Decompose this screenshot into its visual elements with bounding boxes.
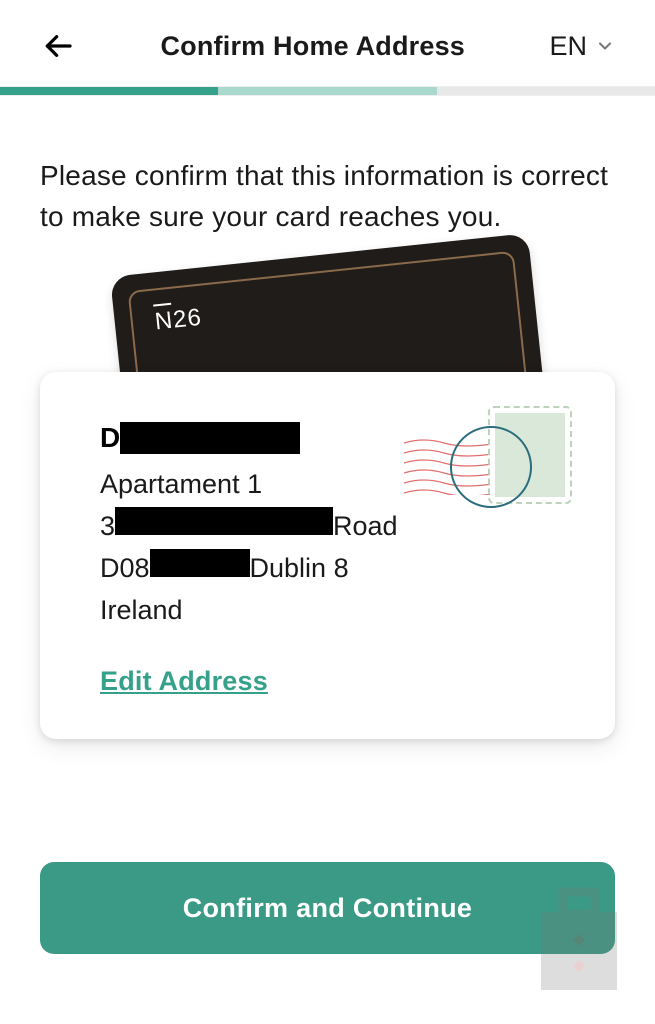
address-card: D Apartament 1 3 Road D08 Dublin 8 Irela…	[40, 372, 615, 738]
postage-stamp-illustration	[410, 402, 570, 512]
header: Confirm Home Address EN	[0, 0, 655, 86]
address-line-country: Ireland	[100, 590, 555, 632]
redacted-street	[115, 507, 333, 535]
chevron-down-icon	[595, 36, 615, 56]
address-line-city: D08 Dublin 8	[100, 548, 555, 590]
language-selector[interactable]: EN	[549, 31, 615, 62]
street-suffix: Road	[333, 506, 398, 548]
progress-segment-1	[0, 87, 218, 95]
bank-card-logo: N26	[154, 304, 204, 337]
progress-bar	[0, 86, 655, 96]
back-button[interactable]	[40, 28, 76, 64]
city-suffix: Dublin 8	[250, 548, 349, 590]
language-label: EN	[549, 31, 587, 62]
address-line-street: 3 Road	[100, 506, 555, 548]
arrow-left-icon	[42, 30, 74, 62]
progress-segment-2	[218, 87, 436, 95]
card-area: N26 D Apartament 1 3 Road D08	[40, 277, 615, 757]
redacted-postal	[150, 549, 250, 577]
progress-segment-3	[437, 87, 655, 95]
edit-address-link[interactable]: Edit Address	[100, 666, 268, 697]
postal-prefix: D08	[100, 548, 150, 590]
page-title: Confirm Home Address	[160, 31, 465, 62]
instruction-text: Please confirm that this information is …	[0, 96, 655, 277]
confirm-continue-button[interactable]: Confirm and Continue	[40, 862, 615, 954]
recipient-name-initial: D	[100, 422, 120, 454]
redacted-name	[120, 422, 300, 454]
street-prefix: 3	[100, 506, 115, 548]
